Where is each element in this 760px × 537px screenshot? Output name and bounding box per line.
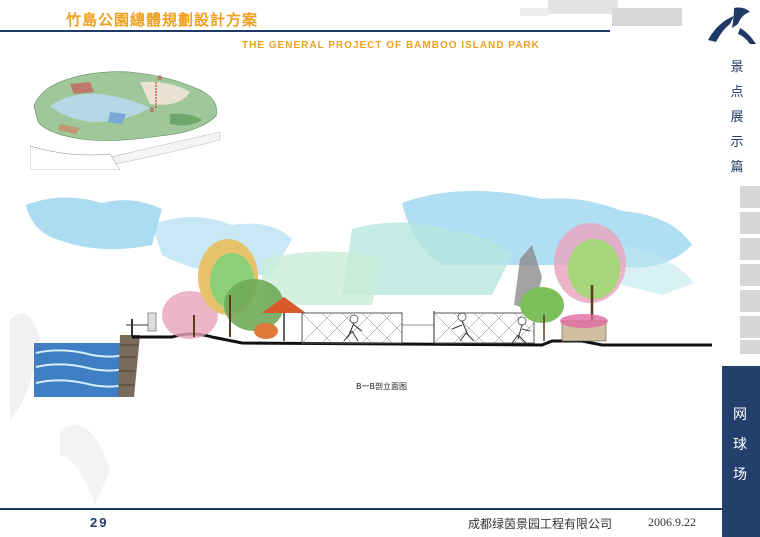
page-number: 29 [90,515,109,530]
category-title: 景 点 展 示 篇 [730,60,744,175]
decorative-block [548,0,618,14]
company-logo-icon [708,7,756,44]
document-date: 2006.9.22 [648,515,696,529]
decorative-block [740,264,760,286]
section-title: 网 球 场 [733,407,747,483]
decorative-block [740,238,760,260]
footer-divider [0,508,722,510]
decorative-block [740,340,760,354]
section-elevation-drawing [26,190,712,397]
decorative-block [740,212,760,234]
drawing-caption: B一B剖立面图 [356,382,407,391]
header-divider [0,30,610,32]
page-title-chinese: 竹島公園總體規劃設計方案 [66,11,259,29]
key-plan-map: B B [30,71,221,170]
key-plan-marker-b: B [158,76,162,82]
decorative-block [520,8,548,16]
decorative-block [740,316,760,338]
company-name: 成都绿茵景园工程有限公司 [468,517,613,531]
page-title-english: THE GENERAL PROJECT OF BAMBOO ISLAND PAR… [242,40,540,51]
decorative-block [612,8,682,26]
decorative-block [740,186,760,208]
decorative-block [740,290,760,312]
key-plan-marker-b-2: B [150,108,154,114]
